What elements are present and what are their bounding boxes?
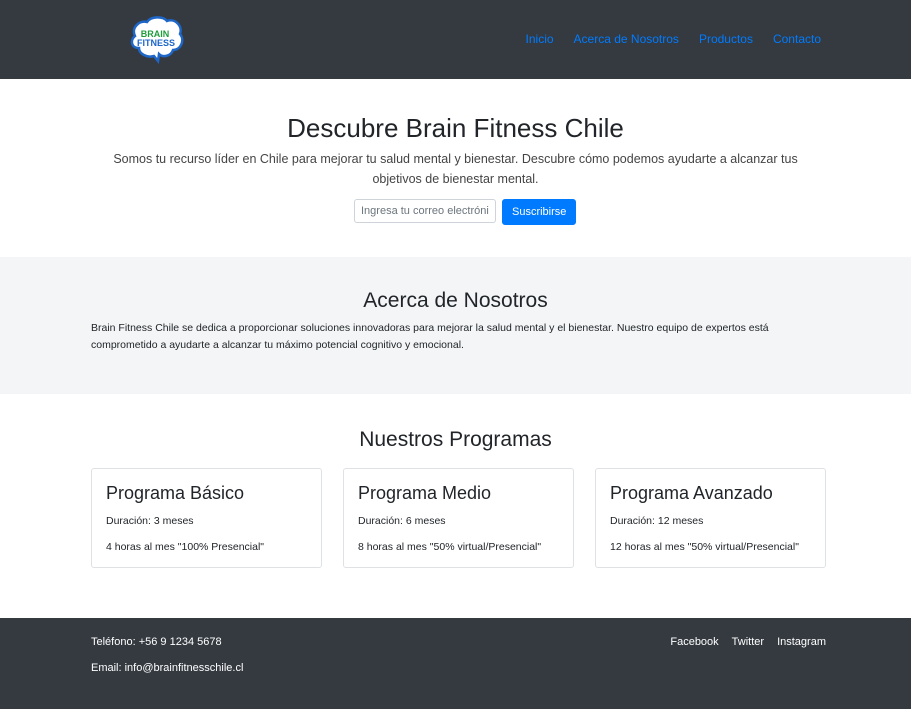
about-title: Acerca de Nosotros [363, 289, 548, 312]
program-cards: Programa Básico Duración: 3 meses 4 hora… [91, 468, 826, 568]
program-hours: 8 horas al mes "50% virtual/Presencial" [358, 541, 542, 553]
program-duration: Duración: 3 meses [106, 515, 194, 527]
program-card-avanzado: Programa Avanzado Duración: 12 meses 12 … [595, 468, 826, 568]
nav-link-contacto[interactable]: Contacto [773, 32, 821, 46]
program-hours: 12 horas al mes "50% virtual/Presencial" [610, 541, 799, 553]
program-hours: 4 horas al mes "100% Presencial" [106, 541, 265, 553]
program-name: Programa Medio [358, 483, 492, 503]
footer: Teléfono: +56 9 1234 5678 Email: info@br… [0, 618, 911, 709]
about-section: Acerca de Nosotros Brain Fitness Chile s… [0, 257, 911, 394]
nav-link-acerca[interactable]: Acerca de Nosotros [574, 32, 679, 46]
nav-link-productos[interactable]: Productos [699, 32, 753, 46]
nav-links: Inicio Acerca de Nosotros Productos Cont… [526, 32, 821, 46]
hero-section: Descubre Brain Fitness Chile Somos tu re… [0, 79, 911, 257]
instagram-link[interactable]: Instagram [777, 636, 826, 648]
programs-title: Nuestros Programas [359, 428, 552, 451]
program-card-medio: Programa Medio Duración: 6 meses 8 horas… [343, 468, 574, 568]
hero-title: Descubre Brain Fitness Chile [287, 113, 624, 143]
brain-fitness-logo[interactable]: BRAIN FITNESS [127, 14, 185, 64]
hero-subtitle: Somos tu recurso líder en Chile para mej… [113, 152, 798, 186]
logo-text-bottom: FITNESS [137, 38, 175, 48]
email-input[interactable] [354, 199, 496, 223]
program-duration: Duración: 12 meses [610, 515, 704, 527]
program-duration: Duración: 6 meses [358, 515, 446, 527]
subscribe-form: Suscribirse [354, 199, 577, 225]
program-name: Programa Básico [106, 483, 245, 503]
programs-section: Nuestros Programas Programa Básico Durac… [0, 394, 911, 618]
facebook-link[interactable]: Facebook [670, 636, 718, 648]
social-links: Facebook Twitter Instagram [670, 636, 826, 648]
footer-email: Email: info@brainfitnesschile.cl [91, 662, 244, 674]
navbar: BRAIN FITNESS Inicio Acerca de Nosotros … [0, 0, 911, 79]
program-card-basico: Programa Básico Duración: 3 meses 4 hora… [91, 468, 322, 568]
twitter-link[interactable]: Twitter [732, 636, 764, 648]
about-text: Brain Fitness Chile se dedica a proporci… [91, 322, 769, 351]
footer-phone: Teléfono: +56 9 1234 5678 [91, 636, 222, 648]
nav-link-inicio[interactable]: Inicio [526, 32, 554, 46]
program-name: Programa Avanzado [610, 483, 773, 503]
subscribe-button[interactable]: Suscribirse [502, 199, 577, 225]
